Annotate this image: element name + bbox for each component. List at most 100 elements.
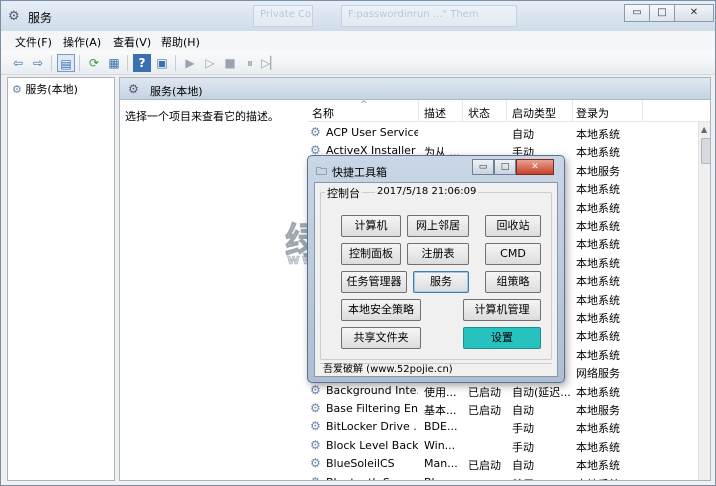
table-row[interactable]: ⚙ Background Inte... 使用... 已启动 自动(延迟... 本地系统: [308, 382, 698, 400]
table-cell: 本地系统: [576, 256, 620, 270]
service-gear-icon: ⚙: [310, 475, 321, 480]
gear-search-icon: ⚙: [8, 9, 20, 24]
local-security-policy-button[interactable]: 本地安全策略: [341, 299, 421, 321]
toolbar: ⇦ ⇨ ▤ ⟳ ▦ ? ▣ ▶ ▷ ■ ⏸ ▷▏: [1, 51, 715, 75]
folder-icon: 🗀: [316, 165, 327, 178]
computer-button[interactable]: 计算机: [341, 215, 401, 237]
column-logon-as[interactable]: 登录为: [576, 105, 609, 121]
menu-help[interactable]: 帮助(H): [161, 34, 200, 50]
settings-button[interactable]: 设置: [463, 327, 541, 349]
table-cell: Man...: [424, 457, 458, 471]
service-gear-icon: ⚙: [310, 125, 321, 139]
scroll-up-icon[interactable]: ▲: [701, 125, 707, 134]
menu-file[interactable]: 文件(F): [15, 34, 52, 50]
table-row[interactable]: ⚙ Bluetooth Supp... Blue... 禁用 本地系统: [308, 474, 698, 480]
control-panel-button[interactable]: 控制面板: [341, 243, 401, 265]
gear-search-icon: ⚙: [12, 83, 22, 96]
computer-management-button[interactable]: 计算机管理: [463, 299, 541, 321]
table-row[interactable]: ⚙ ACP User Service 自动 本地系统: [308, 124, 698, 142]
services-button[interactable]: 服务: [413, 271, 469, 293]
toolbox-title: 快捷工具箱: [332, 166, 387, 179]
service-gear-icon: ⚙: [310, 419, 321, 434]
column-header: 名称 ^ 描述 状态 启动类型 登录为: [308, 100, 710, 122]
table-cell: Background Inte...: [326, 383, 418, 397]
window-title: 服务: [28, 11, 53, 25]
shared-folders-button[interactable]: 共享文件夹: [341, 327, 421, 349]
table-cell: 自动(延迟...: [512, 385, 570, 399]
description-hint: 选择一个项目来查看它的描述。: [125, 110, 279, 123]
back-icon[interactable]: ⇦: [9, 54, 27, 72]
tree-node-services-local[interactable]: ⚙ 服务(本地): [12, 81, 78, 97]
table-cell: 本地系统: [576, 312, 620, 325]
table-cell: Block Level Back...: [326, 438, 418, 452]
minimize-button[interactable]: ▭: [624, 4, 650, 22]
service-gear-icon: ⚙: [310, 456, 321, 471]
toolbox-minimize-button[interactable]: ▭: [472, 159, 494, 175]
maximize-button[interactable]: □: [649, 4, 675, 22]
group-policy-button[interactable]: 组策略: [485, 271, 541, 293]
toolbox-status: 吾爱破解 (www.52pojie.cn): [320, 363, 552, 375]
table-cell: 本地系统: [576, 201, 620, 215]
column-startup-type[interactable]: 启动类型: [512, 105, 556, 121]
table-cell: 已启动: [468, 404, 501, 417]
export-icon[interactable]: ▦: [105, 54, 123, 72]
toolbox-body: 控制台 2017/5/18 21:06:09 计算机 网上邻居 回收站 控制面板…: [314, 182, 558, 377]
table-row[interactable]: ⚙ BlueSoleilCS Man... 已启动 自动 本地系统: [308, 455, 698, 473]
column-description[interactable]: 描述: [424, 105, 446, 121]
menu-view[interactable]: 查看(V): [113, 34, 151, 50]
table-cell: 本地系统: [576, 275, 620, 289]
toolbox-maximize-button[interactable]: □: [494, 159, 516, 175]
current-datetime: 2017/5/18 21:06:09: [375, 186, 479, 197]
pause-icon[interactable]: ⏸: [241, 54, 259, 72]
table-cell: 基本...: [424, 404, 457, 417]
column-status[interactable]: 状态: [468, 105, 490, 121]
network-button[interactable]: 网上邻居: [407, 215, 469, 237]
show-hide-tree-icon[interactable]: ▤: [57, 54, 75, 72]
table-cell: Base Filtering En...: [326, 402, 418, 415]
table-cell: 本地系统: [576, 440, 620, 454]
table-row[interactable]: ⚙ Base Filtering En... 基本... 已启动自动 本地服务: [308, 400, 698, 418]
table-cell: 手动: [512, 422, 534, 436]
vertical-scrollbar[interactable]: ▲: [698, 122, 710, 480]
forward-icon[interactable]: ⇨: [29, 54, 47, 72]
play-icon[interactable]: ▶: [181, 54, 199, 72]
table-cell: Win...: [424, 438, 456, 452]
table-cell: 本地系统: [576, 476, 638, 480]
properties-icon[interactable]: ▣: [153, 54, 171, 72]
service-gear-icon: ⚙: [310, 382, 321, 397]
table-cell: 本地系统: [576, 128, 620, 141]
table-row[interactable]: ⚙ Block Level Back... Win... 手动 本地系统: [308, 437, 698, 455]
menu-action[interactable]: 操作(A): [63, 34, 101, 50]
registry-button[interactable]: 注册表: [407, 243, 469, 265]
background-tab: F:passwordinrun ..." Them: [341, 5, 517, 27]
close-button[interactable]: ✕: [674, 4, 714, 22]
table-cell: 本地系统: [576, 238, 620, 252]
table-cell: 本地系统: [576, 422, 620, 436]
column-name[interactable]: 名称: [312, 105, 334, 121]
tree-pane: ⚙ 服务(本地): [7, 77, 115, 481]
table-cell: 本地系统: [576, 385, 620, 399]
table-cell: 本地系统: [576, 183, 620, 197]
restart-icon[interactable]: ▷▏: [261, 54, 279, 72]
toolbox-window: 🗀 快捷工具箱 ▭ □ ✕ 控制台 2017/5/18 21:06:09 计算机…: [307, 155, 565, 383]
stop-icon[interactable]: ■: [221, 54, 239, 72]
table-cell: 自动: [512, 459, 534, 473]
task-manager-button[interactable]: 任务管理器: [341, 271, 407, 293]
refresh-icon[interactable]: ⟳: [85, 54, 103, 72]
table-row[interactable]: ⚙ BitLocker Drive ... BDE... 手动 本地系统: [308, 418, 698, 436]
table-cell: 禁用: [512, 476, 570, 480]
toolbox-close-button[interactable]: ✕: [516, 159, 554, 175]
table-cell: 自动: [512, 128, 534, 141]
cmd-button[interactable]: CMD: [485, 243, 541, 265]
console-label: 控制台: [325, 185, 362, 201]
play-alt-icon[interactable]: ▷: [201, 54, 219, 72]
table-cell: Bluetooth Supp...: [326, 476, 418, 480]
help-icon[interactable]: ?: [133, 54, 151, 72]
table-cell: 手动: [512, 440, 534, 454]
table-cell: BDE...: [424, 420, 458, 434]
title-bar[interactable]: ⚙ 服务 Private Co F:passwordinrun ..." The…: [1, 1, 715, 31]
service-gear-icon: ⚙: [310, 401, 321, 415]
table-cell: BitLocker Drive ...: [326, 420, 418, 434]
scroll-thumb[interactable]: [701, 138, 710, 164]
recycle-bin-button[interactable]: 回收站: [485, 215, 541, 237]
